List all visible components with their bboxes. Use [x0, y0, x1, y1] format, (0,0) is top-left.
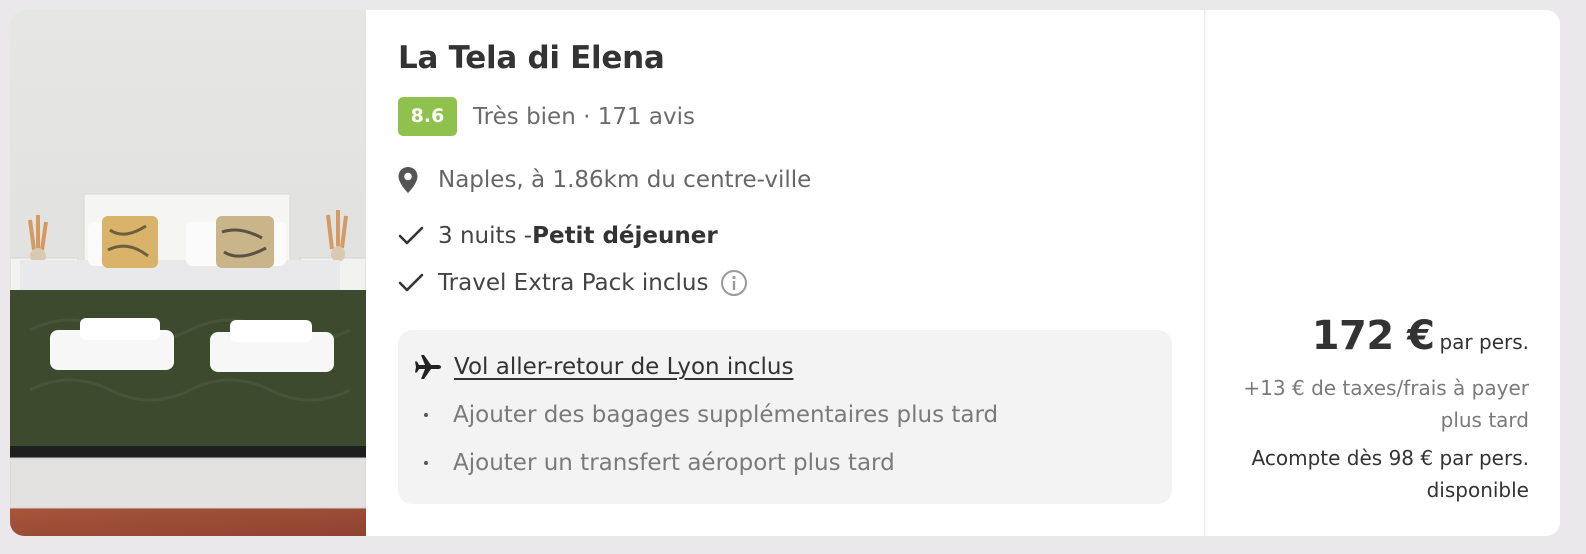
check-icon — [398, 222, 426, 250]
hotel-details: La Tela di Elena 8.6 Très bien · 171 avi… — [366, 10, 1204, 536]
flight-option-text: Ajouter des bagages supplémentaires plus… — [453, 402, 999, 428]
info-icon[interactable] — [720, 269, 748, 297]
flight-option-item: Ajouter des bagages supplémentaires plus… — [424, 402, 998, 428]
airplane-icon — [414, 353, 442, 381]
hotel-name[interactable]: La Tela di Elena — [398, 40, 665, 76]
flight-option-text: Ajouter un transfert aéroport plus tard — [453, 450, 895, 476]
price-line: 172 € par pers. — [1312, 313, 1529, 359]
flight-title-row[interactable]: Vol aller-retour de Lyon inclus — [414, 353, 793, 381]
pack-text: Travel Extra Pack inclus — [438, 270, 709, 296]
price-column[interactable]: 172 € par pers. +13 € de taxes/frais à p… — [1204, 10, 1560, 536]
board-type: Petit déjeuner — [532, 223, 718, 249]
rating-score-badge: 8.6 — [398, 97, 457, 136]
price-amount: 172 € — [1311, 313, 1435, 359]
nights-row: 3 nuits - Petit déjeuner — [398, 222, 718, 250]
rating-row: 8.6 Très bien · 171 avis — [398, 97, 695, 136]
check-icon — [398, 269, 426, 297]
price-unit: par pers. — [1439, 330, 1529, 354]
bullet-dot — [424, 461, 428, 465]
hotel-room-photo[interactable] — [10, 10, 366, 536]
location-row: Naples, à 1.86km du centre-ville — [398, 166, 811, 194]
rating-label: Très bien · 171 avis — [473, 103, 696, 130]
taxes-note: +13 € de taxes/frais à payer plus tard — [1243, 376, 1529, 432]
deposit-note: Acompte dès 98 € par pers. disponible — [1251, 446, 1529, 502]
nights-text: 3 nuits - — [438, 223, 533, 249]
hotel-result-card[interactable]: La Tela di Elena 8.6 Très bien · 171 avi… — [10, 10, 1560, 536]
bullet-dot — [424, 413, 428, 417]
location-text: Naples, à 1.86km du centre-ville — [438, 167, 812, 193]
flight-box: Vol aller-retour de Lyon inclus Ajouter … — [398, 330, 1172, 504]
pack-row: Travel Extra Pack inclus — [398, 269, 748, 297]
flight-option-item: Ajouter un transfert aéroport plus tard — [424, 450, 895, 476]
location-pin-icon — [398, 166, 426, 194]
flight-included-link[interactable]: Vol aller-retour de Lyon inclus — [454, 354, 793, 380]
